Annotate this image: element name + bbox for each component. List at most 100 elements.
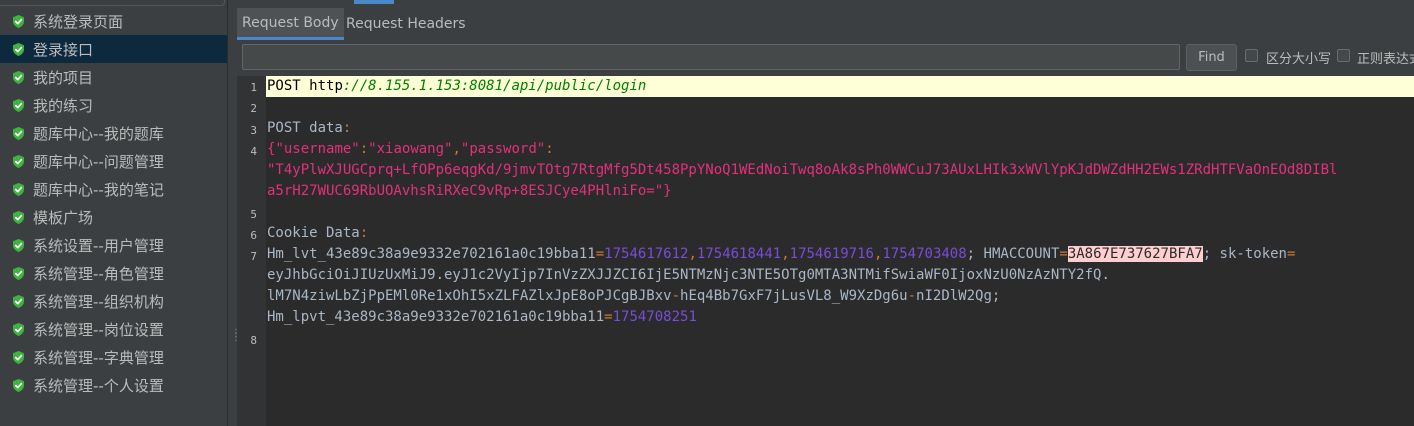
punct: , xyxy=(688,246,697,262)
cookie-value: hEq4Bb7GxF7jLusVL8_W9XzDg6u xyxy=(680,288,908,304)
cookie-data-label: Cookie Data xyxy=(267,225,360,241)
panel-splitter[interactable] xyxy=(228,0,237,426)
tab-request-body[interactable]: Request Body xyxy=(237,8,344,40)
punct: = xyxy=(1059,246,1068,262)
line-number: 4 xyxy=(250,145,257,158)
json-key: "username" xyxy=(275,141,360,157)
sidebar-item-12[interactable]: 系统管理--岗位设置 xyxy=(0,315,227,343)
sidebar-item-9[interactable]: 系统设置--用户管理 xyxy=(0,231,227,259)
sidebar-item-4[interactable]: 我的练习 xyxy=(0,91,227,119)
code-line-7-wrap-3: Hm_lpvt_43e89c38a9e9332e702161a0c19bba11… xyxy=(267,307,697,328)
tab-top-indicator xyxy=(354,0,394,4)
sidebar-item-label: 系统管理--字典管理 xyxy=(33,348,164,367)
sidebar-item-2[interactable]: 登录接口 xyxy=(0,35,227,63)
sidebar-item-5[interactable]: 题库中心--我的题库 xyxy=(0,119,227,147)
sidebar-item-label: 登录接口 xyxy=(33,40,94,59)
line-number: 6 xyxy=(250,229,257,242)
post-data-label: POST data xyxy=(267,120,343,136)
cookie-value: nI2DlW2Qg; xyxy=(916,288,1001,304)
sidebar-item-3[interactable]: 我的项目 xyxy=(0,63,227,91)
punct: - xyxy=(907,288,917,304)
code-line-4-wrap-1: "T4yPlwXJUGCprq+LfOPp6eqgKd/9jmvTOtg7Rtg… xyxy=(267,160,1337,181)
json-value: a5rH27WUC69RbUOAvhsRiRXeC9vRp+8ESJCye4PH… xyxy=(267,183,664,199)
http-method: POST xyxy=(267,78,310,94)
punct: : xyxy=(359,225,369,241)
shield-check-icon xyxy=(11,266,26,281)
sidebar-item-8[interactable]: 模板广场 xyxy=(0,203,227,231)
sidebar-item-6[interactable]: 题库中心--问题管理 xyxy=(0,147,227,175)
json-brace: } xyxy=(663,183,672,199)
shield-check-icon xyxy=(11,182,26,197)
shield-check-icon xyxy=(11,238,26,253)
search-match-highlight: 3A867E737627BFA7 xyxy=(1067,246,1203,262)
sidebar-item-label: 系统管理--个人设置 xyxy=(33,376,164,395)
punct: ; xyxy=(1202,246,1220,262)
sidebar-item-13[interactable]: 系统管理--字典管理 xyxy=(0,343,227,371)
shield-check-icon xyxy=(11,322,26,337)
sidebar-item-7[interactable]: 题库中心--我的笔记 xyxy=(0,175,227,203)
line-number: 7 xyxy=(250,250,257,263)
cookie-key: Hm_lpvt_43e89c38a9e9332e702161a0c19bba11 xyxy=(267,309,605,325)
cookie-value: 1754617612 xyxy=(604,246,689,262)
json-value: "T4yPlwXJUGCprq+LfOPp6eqgKd/9jmvTOtg7Rtg… xyxy=(267,162,1338,178)
punct: ; xyxy=(966,246,984,262)
sidebar-item-10[interactable]: 系统管理--角色管理 xyxy=(0,259,227,287)
sidebar-item-label: 系统管理--组织机构 xyxy=(33,292,164,311)
shield-check-icon xyxy=(11,294,26,309)
line-number: 2 xyxy=(250,102,257,115)
cookie-value: lM7N4ziwLbZjPpEMl0Re1xOhI5xZLFAZlxJpE8oP… xyxy=(267,288,672,304)
cookie-key: sk-token xyxy=(1219,246,1287,262)
url-scheme: http xyxy=(309,78,343,94)
cookie-value: 1754708251 xyxy=(612,309,697,325)
regex-checkbox[interactable] xyxy=(1337,49,1350,62)
shield-check-icon xyxy=(11,126,26,141)
cookie-key: Hm_lvt_43e89c38a9e9332e702161a0c19bba11 xyxy=(267,246,596,262)
line-number: 8 xyxy=(250,334,257,347)
code-line-7-wrap-1: eyJhbGciOiJIUzUxMiJ9.eyJ1c2VyIjp7InVzZXJ… xyxy=(267,265,1110,286)
punct: - xyxy=(671,288,681,304)
punct: , xyxy=(781,246,790,262)
punct: = xyxy=(604,309,613,325)
tab-request-headers[interactable]: Request Headers xyxy=(341,8,471,40)
shield-check-icon xyxy=(11,14,26,29)
shield-check-icon xyxy=(11,98,26,113)
cookie-value: 1754703408 xyxy=(882,246,967,262)
shield-check-icon xyxy=(11,42,26,57)
search-input[interactable] xyxy=(242,44,1180,70)
sidebar-item-label: 我的练习 xyxy=(33,96,94,115)
sidebar-item-label: 系统登录页面 xyxy=(33,12,124,31)
match-case-checkbox[interactable] xyxy=(1245,49,1258,62)
json-key: "password" xyxy=(460,141,546,157)
code-line-3: POST data: xyxy=(267,118,351,139)
cookie-value: 1754618441 xyxy=(696,246,782,262)
sidebar-item-label: 系统管理--角色管理 xyxy=(33,264,164,283)
code-line-7-wrap-2: lM7N4ziwLbZjPpEMl0Re1xOhI5xZLFAZlxJpE8oP… xyxy=(267,286,1000,307)
sidebar-item-label: 我的项目 xyxy=(33,68,94,87)
shield-check-icon xyxy=(11,350,26,365)
punct: = xyxy=(1286,246,1296,262)
punct: : xyxy=(359,141,369,157)
sidebar-item-14[interactable]: 系统管理--个人设置 xyxy=(0,371,227,399)
code-line-1: POST http://8.155.1.153:8081/api/public/… xyxy=(267,76,646,97)
cookie-value: 1754619716 xyxy=(789,246,874,262)
sidebar-item-label: 模板广场 xyxy=(33,208,94,227)
sidebar-item-label: 题库中心--问题管理 xyxy=(33,152,164,171)
sidebar-item-label: 题库中心--我的题库 xyxy=(33,124,164,143)
match-case-label: 区分大小写 xyxy=(1266,52,1332,67)
code-line-6: Cookie Data: xyxy=(267,223,368,244)
sidebar-item-1[interactable]: 系统登录页面 xyxy=(0,7,227,35)
line-number: 5 xyxy=(250,208,257,221)
cookie-value: eyJhbGciOiJIUzUxMiJ9.eyJ1c2VyIjp7InVzZXJ… xyxy=(267,267,1110,283)
shield-check-icon xyxy=(11,210,26,225)
sidebar-item-label: 题库中心--我的笔记 xyxy=(33,180,164,199)
sidebar-item-11[interactable]: 系统管理--组织机构 xyxy=(0,287,227,315)
punct: = xyxy=(595,246,605,262)
request-url: ://8.155.1.153:8081/api/public/login xyxy=(342,78,647,94)
regex-label: 正则表达式 xyxy=(1357,52,1414,67)
shield-check-icon xyxy=(11,70,26,85)
shield-check-icon xyxy=(11,154,26,169)
code-line-4-wrap-2: a5rH27WUC69RbUOAvhsRiRXeC9vRp+8ESJCye4PH… xyxy=(267,181,672,202)
code-line-7: Hm_lvt_43e89c38a9e9332e702161a0c19bba11=… xyxy=(267,244,1295,265)
find-button[interactable]: Find xyxy=(1186,44,1237,71)
json-value: "xiaowang" xyxy=(368,141,453,157)
